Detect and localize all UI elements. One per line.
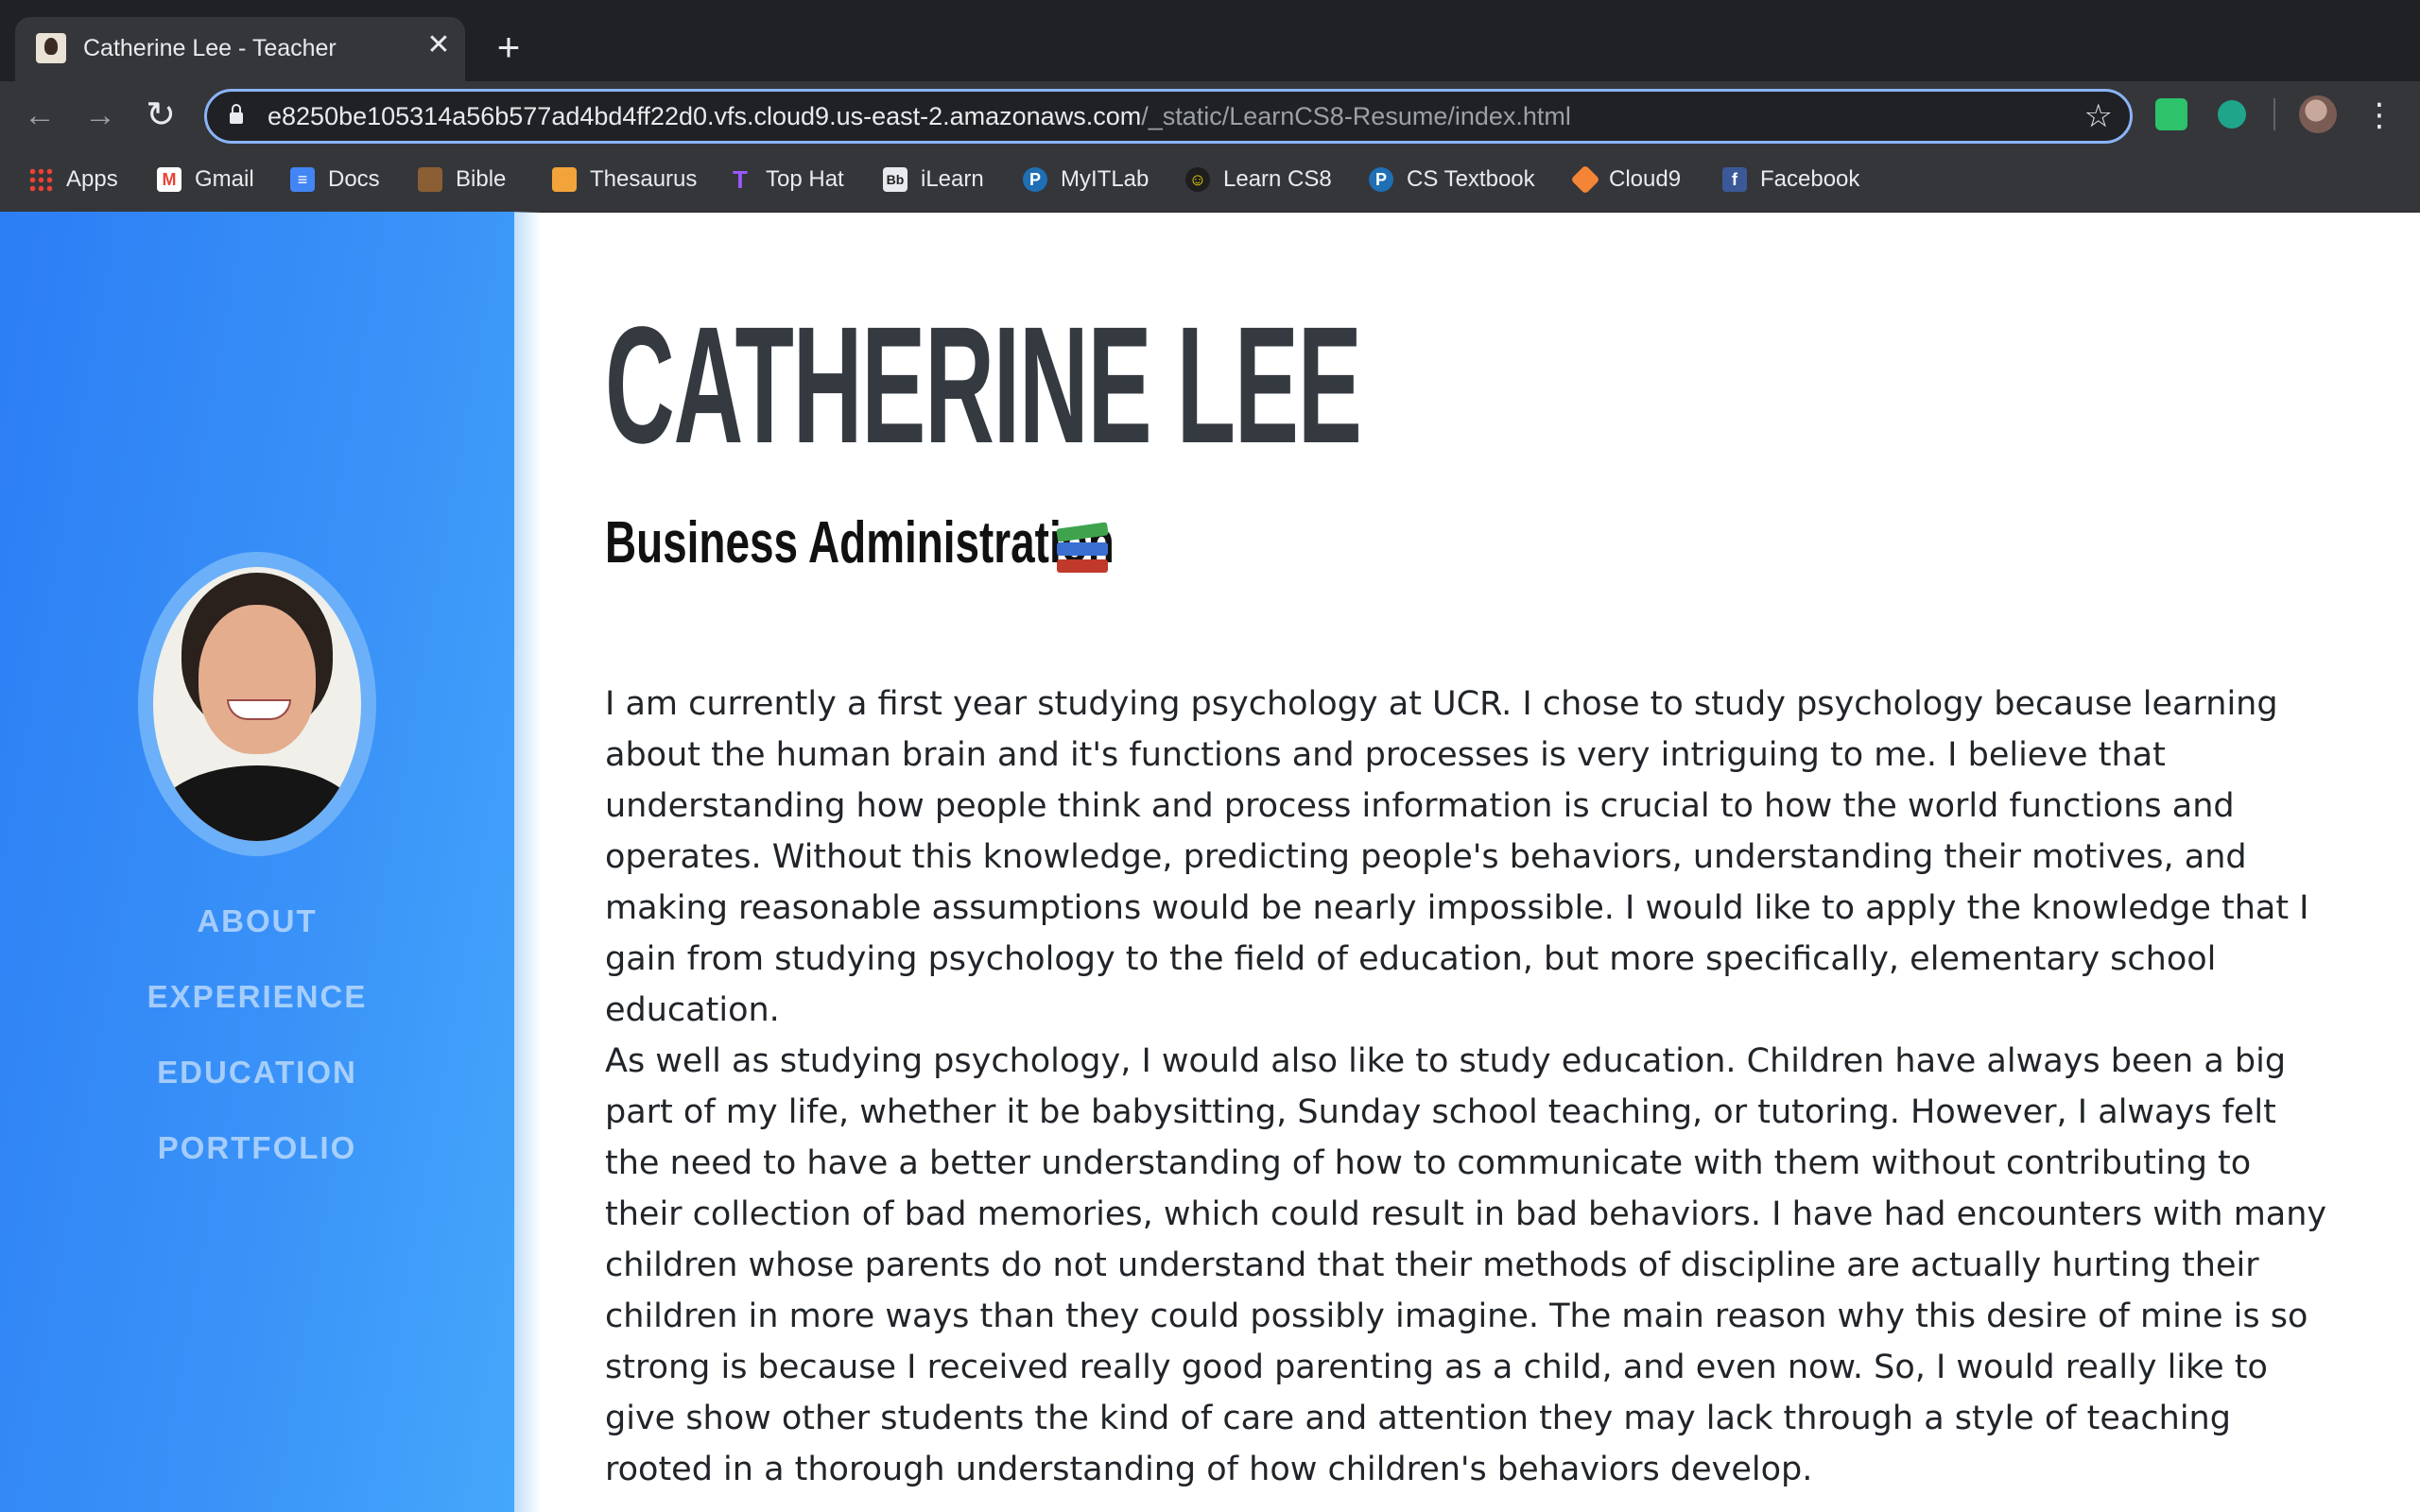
bookmark-thesaurus[interactable]: Thesaurus: [552, 163, 697, 197]
cloud9-icon: [1570, 164, 1600, 195]
book-blue: [1057, 542, 1108, 556]
bookmark-label: Gmail: [195, 166, 254, 192]
bookmark-tophat[interactable]: T Top Hat: [728, 163, 844, 197]
gmail-icon: M: [157, 167, 182, 192]
tab-favicon-icon: [36, 33, 66, 63]
subtitle: Business Administration: [605, 509, 1115, 576]
learncs8-icon: ☺: [1185, 167, 1210, 192]
page-title: CATHERINE LEE: [605, 293, 1362, 478]
bookmark-label: Docs: [328, 166, 380, 192]
pearson-icon: P: [1023, 167, 1047, 192]
bookmark-learncs8[interactable]: ☺ Learn CS8: [1185, 163, 1332, 197]
nav-experience[interactable]: EXPERIENCE: [0, 979, 514, 1015]
url-path: /_static/LearnCS8-Resume/index.html: [1141, 102, 1571, 130]
nav-about[interactable]: ABOUT: [0, 903, 514, 939]
close-tab-icon[interactable]: ✕: [424, 30, 454, 60]
bookmark-gmail[interactable]: M Gmail: [157, 163, 254, 197]
forward-button[interactable]: →: [79, 94, 121, 136]
sidebar: ABOUT EXPERIENCE EDUCATION PORTFOLIO: [0, 212, 514, 1512]
bookmark-apps[interactable]: Apps: [28, 163, 118, 197]
back-button[interactable]: ←: [19, 94, 60, 136]
bookmark-label: iLearn: [921, 166, 984, 192]
bookmark-docs[interactable]: ≡ Docs: [290, 163, 380, 197]
tab-title: Catherine Lee - Teacher: [83, 35, 337, 61]
lock-icon[interactable]: [230, 104, 243, 124]
bookmark-label: Top Hat: [766, 166, 844, 192]
address-bar[interactable]: e8250be105314a56b577ad4bd4ff22d0.vfs.clo…: [204, 89, 2133, 144]
photo-face: [199, 605, 316, 754]
toolbar-divider: [2273, 98, 2275, 130]
main-content: CATHERINE LEE Business Administration I …: [605, 212, 2382, 1512]
pearson-icon: P: [1369, 167, 1393, 192]
browser-tab-active[interactable]: Catherine Lee - Teacher ✕: [15, 17, 465, 81]
tab-strip: Catherine Lee - Teacher ✕ +: [0, 0, 2420, 81]
sidebar-shadow: [514, 212, 541, 1512]
browser-menu-icon[interactable]: ⋮: [2363, 94, 2395, 136]
bookmark-cs-textbook[interactable]: P CS Textbook: [1369, 163, 1535, 197]
bookmark-label: CS Textbook: [1407, 166, 1535, 192]
extension-green-icon[interactable]: [2155, 98, 2187, 130]
profile-avatar-icon[interactable]: [2299, 95, 2337, 133]
bookmark-star-icon[interactable]: ☆: [2084, 97, 2113, 135]
bookmark-label: Facebook: [1760, 166, 1860, 192]
bookmark-label: Apps: [66, 166, 118, 192]
bookmark-cloud9[interactable]: Cloud9: [1570, 163, 1682, 197]
bookmark-bible[interactable]: Bible: [418, 163, 506, 197]
bookmark-label: Learn CS8: [1223, 166, 1332, 192]
about-paragraph-1: I am currently a first year studying psy…: [605, 685, 2309, 1029]
bookmark-facebook[interactable]: f Facebook: [1722, 163, 1859, 197]
new-tab-button[interactable]: +: [490, 27, 527, 67]
apps-grid-icon: [28, 167, 53, 192]
facebook-icon: f: [1722, 167, 1747, 192]
extension-teal-icon[interactable]: [2218, 100, 2246, 129]
bible-icon: [418, 167, 442, 192]
book-green: [1056, 522, 1109, 542]
docs-icon: ≡: [290, 167, 315, 192]
bookmark-label: Cloud9: [1609, 166, 1682, 192]
profile-photo: [153, 567, 361, 841]
about-paragraph-2: As well as studying psychology, I would …: [605, 1042, 2327, 1488]
thesaurus-icon: [552, 167, 577, 192]
bookmark-label: MyITLab: [1061, 166, 1150, 192]
photo-shirt: [153, 765, 361, 841]
bookmark-label: Thesaurus: [590, 166, 698, 192]
url-host: e8250be105314a56b577ad4bd4ff22d0.vfs.clo…: [268, 102, 1142, 130]
books-icon: [1056, 522, 1110, 576]
book-red: [1057, 559, 1108, 573]
blackboard-icon: Bb: [883, 167, 908, 192]
bookmark-label: Bible: [456, 166, 507, 192]
tophat-icon: T: [733, 165, 748, 194]
browser-toolbar: ← → ↻ e8250be105314a56b577ad4bd4ff22d0.v…: [0, 81, 2420, 149]
bookmark-ilearn[interactable]: Bb iLearn: [883, 163, 984, 197]
profile-photo-frame: [138, 552, 376, 856]
bookmark-myitlab[interactable]: P MyITLab: [1023, 163, 1149, 197]
bookmarks-bar: Apps M Gmail ≡ Docs Bible Thesaurus T Top H…: [0, 149, 2420, 213]
subtitle-text: Business Administration: [605, 510, 1115, 576]
nav-education[interactable]: EDUCATION: [0, 1055, 514, 1091]
url-text[interactable]: e8250be105314a56b577ad4bd4ff22d0.vfs.clo…: [268, 102, 1571, 131]
reload-button[interactable]: ↻: [140, 94, 182, 136]
nav-portfolio[interactable]: PORTFOLIO: [0, 1130, 514, 1166]
